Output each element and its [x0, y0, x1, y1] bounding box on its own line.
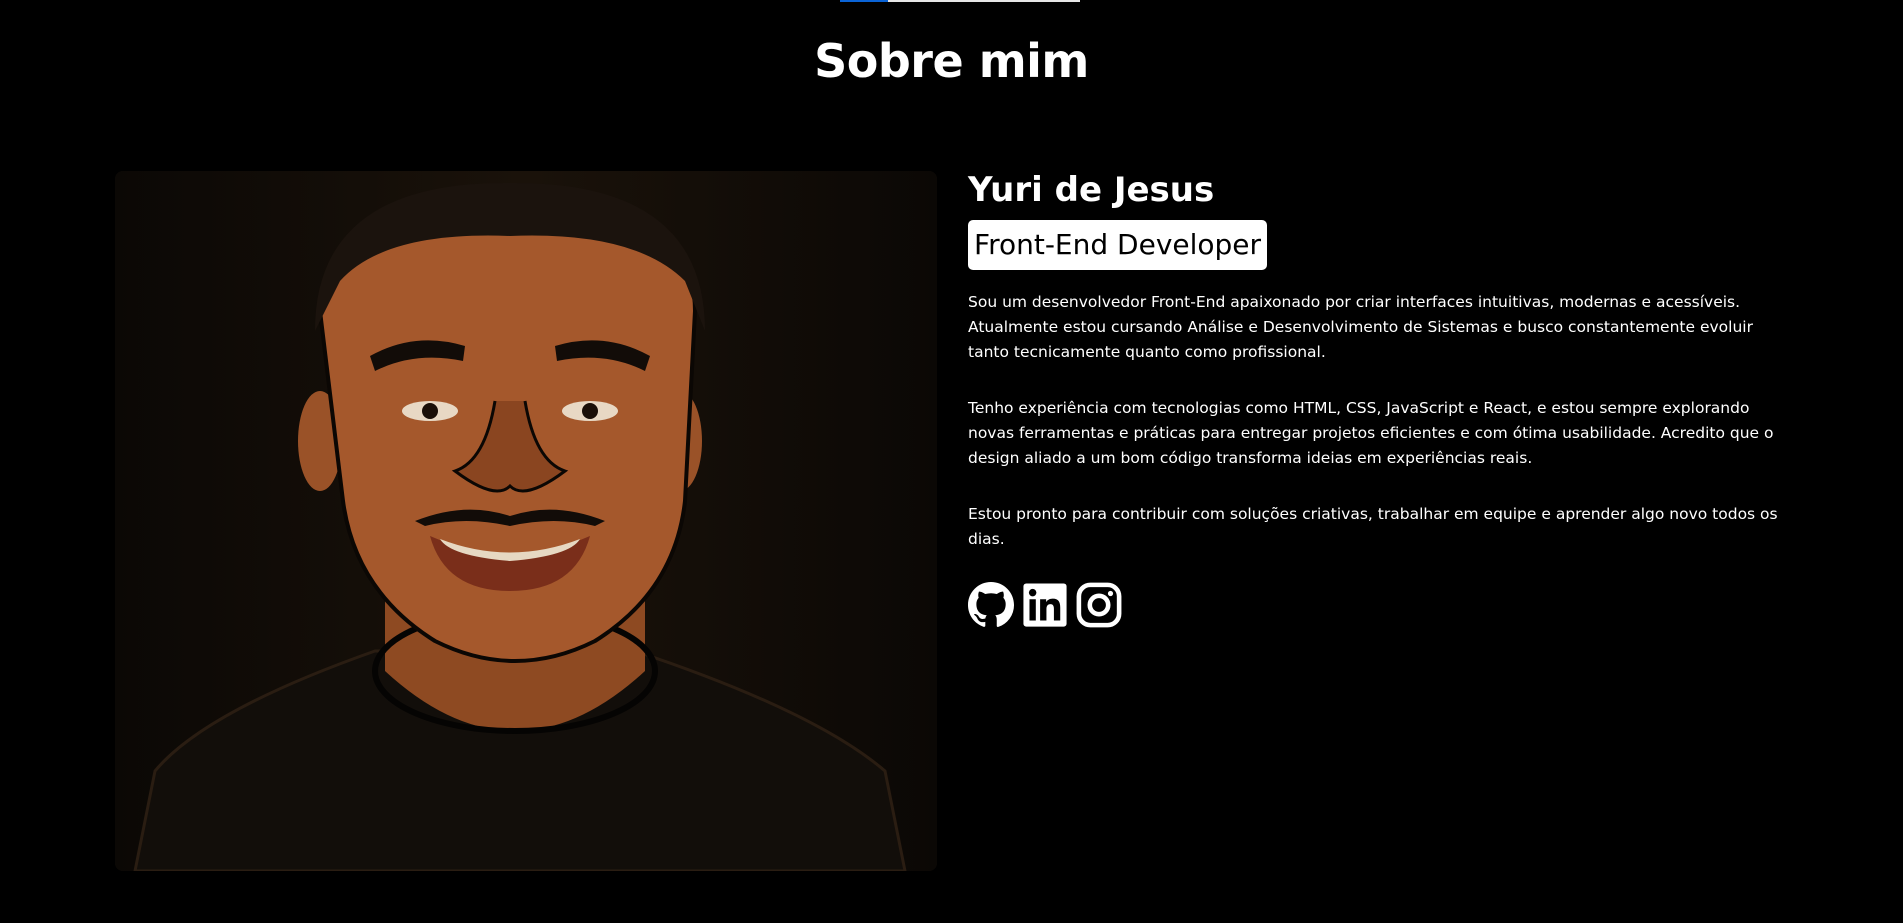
scroll-progress-fill — [840, 0, 888, 2]
bio-paragraph: Tenho experiência com tecnologias como H… — [968, 399, 1774, 467]
profile-portrait — [115, 171, 937, 871]
bio-paragraph: Estou pronto para contribuir com soluçõe… — [968, 505, 1778, 548]
section-title: Sobre mim — [814, 34, 1089, 88]
bio: Sou um desenvolvedor Front-End apaixonad… — [968, 290, 1798, 552]
about-info: Yuri de Jesus Front-End Developer Sou um… — [968, 166, 1798, 583]
instagram-icon — [1076, 582, 1122, 628]
instagram-link[interactable] — [1076, 582, 1122, 628]
linkedin-link[interactable] — [1022, 582, 1068, 628]
role-badge: Front-End Developer — [968, 220, 1268, 270]
github-icon — [968, 582, 1015, 627]
bio-paragraph: Sou um desenvolvedor Front-End apaixonad… — [968, 293, 1753, 361]
profile-name: Yuri de Jesus — [968, 170, 1215, 210]
scroll-progress-bar — [840, 0, 1080, 2]
github-link[interactable] — [968, 582, 1015, 628]
social-links — [968, 582, 1122, 628]
linkedin-icon — [1023, 583, 1067, 627]
